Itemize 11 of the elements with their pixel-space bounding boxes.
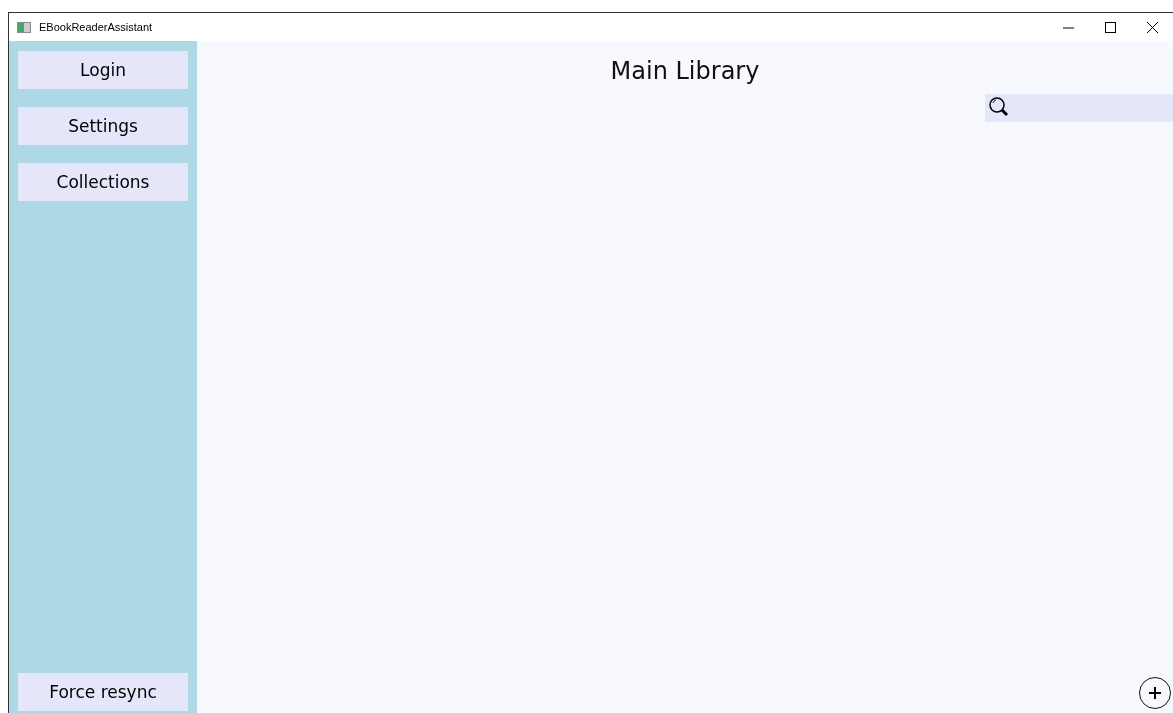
search-field[interactable] xyxy=(985,94,1173,122)
close-icon xyxy=(1146,21,1158,33)
nav-button[interactable]: Collections xyxy=(18,163,188,201)
resync-button[interactable]: Force resync xyxy=(18,673,188,711)
nav-button[interactable]: Login xyxy=(18,51,188,89)
nav-button[interactable]: Settings xyxy=(18,107,188,145)
page-title: Main Library xyxy=(610,57,760,85)
maximize-icon xyxy=(1104,21,1116,33)
app-icon xyxy=(17,21,31,33)
plus-icon xyxy=(1148,686,1162,700)
window-title: EBookReaderAssistant xyxy=(39,21,154,33)
